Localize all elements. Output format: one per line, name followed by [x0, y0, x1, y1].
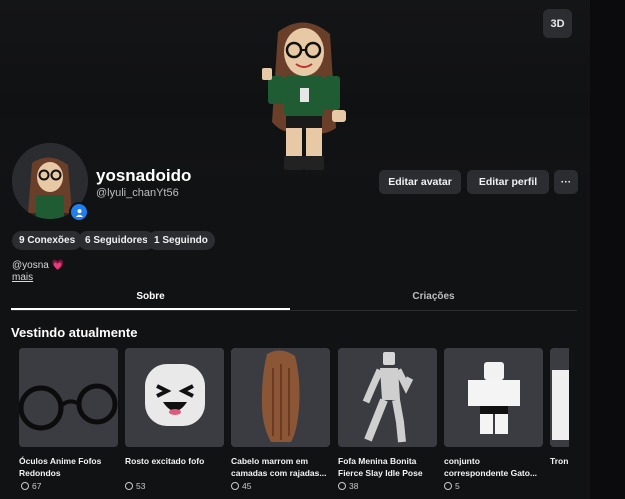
cat-outfit-icon — [444, 348, 543, 447]
favorites-icon — [231, 482, 239, 490]
favorites-count: 45 — [242, 481, 252, 491]
avatar-hero: 3D — [0, 0, 590, 175]
following-button[interactable]: 1 Seguindo — [147, 231, 215, 250]
item-card-thumbnail[interactable] — [338, 348, 437, 447]
favorites-icon — [444, 482, 452, 490]
item-name[interactable]: Fofa Menina Bonita Fierce Slay Idle Pose — [338, 455, 448, 479]
item-favorites: 53 — [125, 481, 145, 491]
more-options-button[interactable]: ··· — [554, 170, 578, 194]
item-name[interactable]: Óculos Anime Fofos Redondos — [19, 455, 129, 479]
item-card-thumbnail[interactable] — [19, 348, 118, 447]
item-card-thumbnail[interactable] — [550, 348, 569, 447]
view-3d-button[interactable]: 3D — [543, 9, 572, 38]
item-favorites: 67 — [21, 481, 41, 491]
avatar-3d-figure[interactable] — [248, 18, 360, 178]
excited-face-icon — [125, 348, 224, 447]
wearing-section-title: Vestindo atualmente — [11, 325, 138, 340]
item-name[interactable]: Rosto excitado fofo — [125, 455, 235, 467]
right-gutter — [590, 0, 625, 499]
tabs-divider — [11, 310, 577, 311]
item-name[interactable]: Tron — [550, 455, 590, 467]
favorites-count: 5 — [455, 481, 460, 491]
idle-pose-icon — [338, 348, 437, 447]
connections-button[interactable]: 9 Conexões — [12, 231, 83, 250]
tab-about[interactable]: Sobre — [11, 285, 290, 308]
outfit-icon — [550, 348, 569, 447]
tab-creations[interactable]: Criações — [290, 285, 577, 308]
profile-bio: @yosna 💗 — [12, 260, 65, 271]
item-card-thumbnail[interactable] — [444, 348, 543, 447]
item-name[interactable]: conjunto correspondente Gato... — [444, 455, 554, 479]
online-status-icon — [69, 202, 89, 222]
item-favorites: 5 — [444, 481, 460, 491]
item-favorites: 45 — [231, 481, 251, 491]
favorites-icon — [21, 482, 29, 490]
item-favorites: 38 — [338, 481, 358, 491]
edit-avatar-button[interactable]: Editar avatar — [379, 170, 461, 194]
username: @lyuli_chanYt56 — [96, 187, 179, 199]
brown-hair-icon — [231, 348, 330, 447]
favorites-count: 67 — [32, 481, 42, 491]
item-card-thumbnail[interactable] — [125, 348, 224, 447]
favorites-icon — [338, 482, 346, 490]
followers-button[interactable]: 6 Seguidores — [78, 231, 155, 250]
favorites-icon — [125, 482, 133, 490]
edit-profile-button[interactable]: Editar perfil — [467, 170, 549, 194]
item-card-thumbnail[interactable] — [231, 348, 330, 447]
item-name[interactable]: Cabelo marrom em camadas com rajadas... — [231, 455, 341, 479]
bio-more-link[interactable]: mais — [12, 272, 33, 283]
favorites-count: 53 — [136, 481, 146, 491]
round-glasses-icon — [19, 348, 118, 447]
display-name: yosnadoido — [96, 166, 192, 185]
favorites-count: 38 — [349, 481, 359, 491]
